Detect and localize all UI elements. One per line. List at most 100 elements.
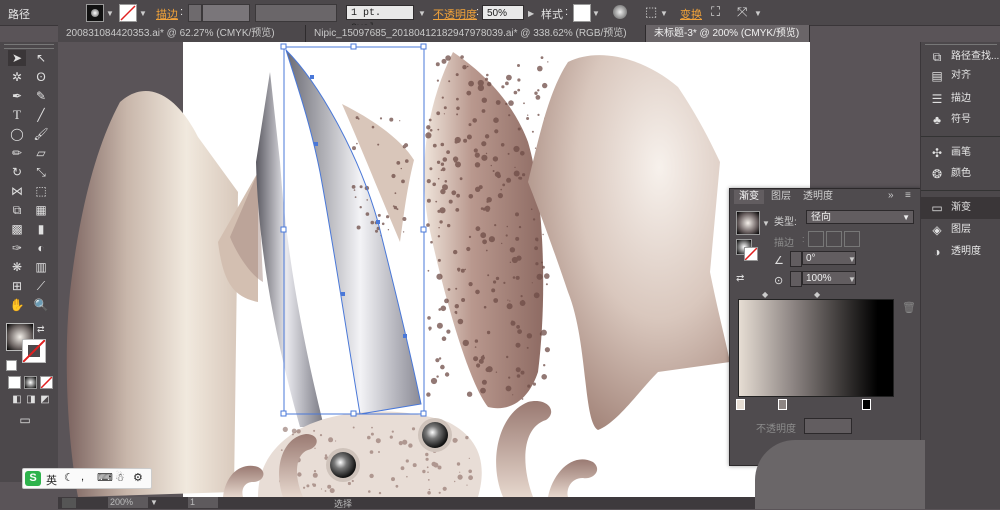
- toolbar-grip[interactable]: [4, 44, 54, 49]
- panel-color[interactable]: ❂ 颜色: [921, 163, 1000, 185]
- moon-icon[interactable]: ☾: [64, 471, 74, 484]
- tab-layers[interactable]: 图层: [766, 190, 796, 204]
- variable-width-profile[interactable]: [255, 4, 337, 22]
- midpoint-diamond-2[interactable]: ◆: [814, 290, 820, 299]
- gradient-slider[interactable]: [738, 299, 894, 397]
- pen-tool-icon[interactable]: ✒: [8, 88, 26, 104]
- keyboard-icon[interactable]: ⌨: [97, 471, 113, 484]
- stroke-swatch[interactable]: [119, 4, 137, 22]
- gradient-stop-3[interactable]: [862, 399, 871, 410]
- panel-collapse-icon[interactable]: »: [888, 190, 894, 201]
- fill-dropdown-icon[interactable]: ▼: [106, 9, 114, 18]
- scale-tool-icon[interactable]: ⤡: [32, 164, 50, 180]
- swap-fill-stroke-icon[interactable]: ⇄: [37, 324, 45, 335]
- brush-dropdown-icon[interactable]: ▼: [418, 9, 426, 18]
- stroke-within-icon[interactable]: [808, 231, 824, 247]
- delete-stop-icon[interactable]: 🗑: [902, 301, 916, 314]
- opacity-dropdown-icon[interactable]: ▶: [528, 9, 534, 18]
- panel-transparency[interactable]: ◑ 透明度: [921, 241, 1000, 263]
- artboard-nav-icon[interactable]: [62, 498, 76, 508]
- style-dropdown-icon[interactable]: ▼: [592, 9, 600, 18]
- none-mode-icon[interactable]: [40, 376, 53, 389]
- eyedropper-tool-icon[interactable]: ✑: [8, 240, 26, 256]
- envelope-icon[interactable]: ⤧: [737, 4, 747, 20]
- mesh-tool-icon[interactable]: ▩: [8, 221, 26, 237]
- type-tool-icon[interactable]: T: [8, 107, 26, 123]
- angle-dropdown-icon[interactable]: ▼: [848, 255, 856, 264]
- settings-wrench-icon[interactable]: ⚙: [133, 471, 143, 484]
- magic-wand-tool-icon[interactable]: ✲: [8, 69, 26, 85]
- panel-align[interactable]: ▤ 对齐: [921, 65, 1000, 87]
- transform-label[interactable]: 变换: [680, 6, 702, 22]
- panel-stroke[interactable]: ☰ 描边: [921, 88, 1000, 110]
- aspect-dropdown-icon[interactable]: ▼: [848, 275, 856, 284]
- panel-gradient[interactable]: ▭ 渐变: [921, 197, 1000, 219]
- blend-tool-icon[interactable]: ◐: [32, 240, 50, 256]
- canvas-area[interactable]: [58, 42, 810, 497]
- rotate-tool-icon[interactable]: ↻: [8, 164, 26, 180]
- gradient-stop-2[interactable]: [778, 399, 787, 410]
- gradient-stroke-icon[interactable]: [744, 247, 758, 261]
- eraser-tool-icon[interactable]: ▱: [32, 145, 50, 161]
- tab-document-3[interactable]: 未标题-3* @ 200% (CMYK/预览): [646, 25, 810, 42]
- ime-logo[interactable]: S: [25, 471, 41, 486]
- tab-transparency[interactable]: 透明度: [798, 190, 838, 204]
- opacity-field[interactable]: 50%: [482, 5, 524, 20]
- gradient-tool-icon[interactable]: ▮: [32, 221, 50, 237]
- reverse-gradient-icon[interactable]: ⇄: [736, 273, 744, 284]
- hand-tool-icon[interactable]: ✋: [8, 297, 26, 313]
- line-tool-icon[interactable]: ╱: [32, 107, 50, 123]
- tab-document-2[interactable]: Nipic_15097685_20180412182947978039.ai* …: [306, 25, 646, 42]
- width-tool-icon[interactable]: ⋈: [8, 183, 26, 199]
- panel-layers[interactable]: ◈ 图层: [921, 219, 1000, 241]
- tab-gradient[interactable]: 渐变: [734, 190, 764, 204]
- shape-builder-tool-icon[interactable]: ⧉: [8, 202, 26, 218]
- align-dropdown-icon[interactable]: ▼: [660, 9, 668, 18]
- aspect-stepper[interactable]: [790, 271, 802, 287]
- brush-definition[interactable]: 1 pt. Oval: [346, 5, 414, 34]
- recolor-artwork-icon[interactable]: [613, 5, 627, 19]
- draw-inside-icon[interactable]: ◩: [36, 392, 54, 408]
- artboard-tool-icon[interactable]: ⊞: [8, 278, 26, 294]
- stroke-color-box[interactable]: [22, 339, 46, 363]
- tab-document-1[interactable]: 200831084420353.ai* @ 62.27% (CMYK/预览): [58, 25, 306, 42]
- graphic-style-swatch[interactable]: [573, 4, 591, 22]
- stroke-along-icon[interactable]: [826, 231, 842, 247]
- gradient-stop-1[interactable]: [736, 399, 745, 410]
- envelope-dropdown-icon[interactable]: ▼: [754, 9, 762, 18]
- ime-mode[interactable]: 英: [46, 472, 57, 488]
- ellipse-tool-icon[interactable]: ◯: [8, 126, 26, 142]
- gradient-type-select[interactable]: 径向 ▼: [806, 210, 914, 224]
- gradient-preset-dropdown-icon[interactable]: ▼: [762, 219, 770, 228]
- gradient-preview-swatch[interactable]: [736, 211, 760, 235]
- opacity-label[interactable]: 不透明度: [433, 6, 477, 22]
- zoom-dropdown-icon[interactable]: ▼: [150, 498, 158, 507]
- artboard-field[interactable]: 1: [188, 497, 218, 508]
- angle-stepper[interactable]: [790, 251, 802, 267]
- symbol-sprayer-tool-icon[interactable]: ❋: [8, 259, 26, 275]
- slice-tool-icon[interactable]: ⟋: [32, 278, 50, 294]
- stroke-dropdown-icon[interactable]: ▼: [139, 9, 147, 18]
- stroke-weight-field[interactable]: [202, 4, 250, 22]
- perspective-grid-tool-icon[interactable]: ▦: [32, 202, 50, 218]
- stroke-across-icon[interactable]: [844, 231, 860, 247]
- panel-brushes[interactable]: ✣ 画笔: [921, 142, 1000, 164]
- fill-swatch[interactable]: [86, 4, 104, 22]
- align-to-icon[interactable]: ⬚: [645, 4, 657, 20]
- stroke-weight-stepper[interactable]: [188, 4, 202, 22]
- lasso-tool-icon[interactable]: ʘ: [32, 69, 50, 85]
- midpoint-diamond-1[interactable]: ◆: [762, 290, 768, 299]
- screen-mode-icon[interactable]: ▭: [16, 412, 34, 428]
- punctuation-icon[interactable]: ,: [81, 471, 84, 483]
- zoom-field[interactable]: 200%: [108, 497, 148, 508]
- free-transform-tool-icon[interactable]: ⬚: [32, 183, 50, 199]
- gradient-mode-icon[interactable]: [24, 376, 37, 389]
- selection-tool-icon[interactable]: ➤: [8, 50, 26, 66]
- paintbrush-tool-icon[interactable]: 🖌: [32, 126, 50, 142]
- stroke-label[interactable]: 描边: [156, 6, 178, 22]
- pencil-tool-icon[interactable]: ✏: [8, 145, 26, 161]
- zoom-tool-icon[interactable]: 🔍: [32, 297, 50, 313]
- stop-opacity-field[interactable]: [804, 418, 852, 434]
- default-colors-icon[interactable]: [6, 360, 17, 371]
- panel-menu-icon[interactable]: ≡: [905, 190, 911, 201]
